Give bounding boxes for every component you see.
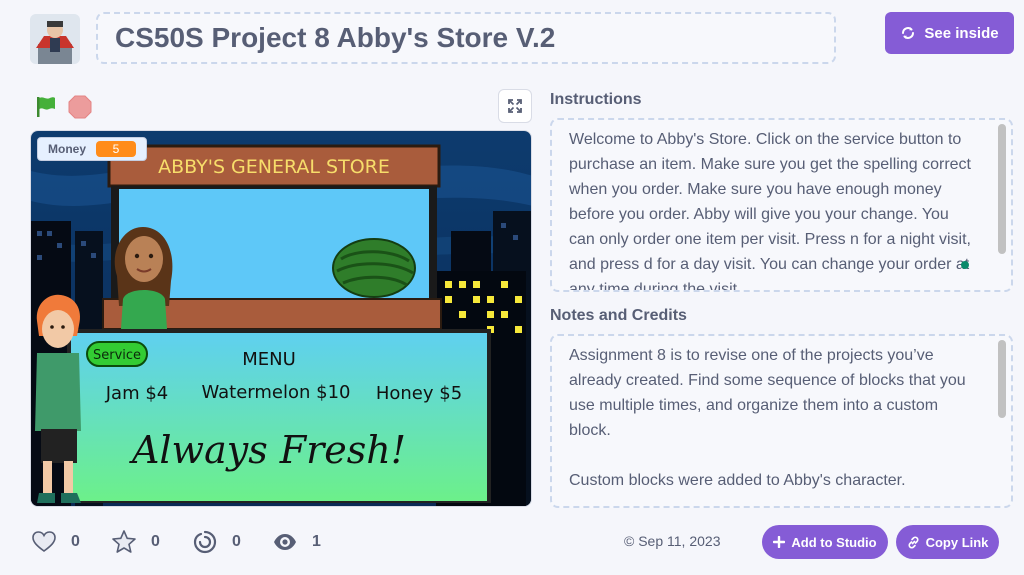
money-variable-monitor: Money 5 — [37, 137, 148, 161]
slogan-text: Always Fresh! — [129, 428, 406, 472]
menu-item-watermelon: Watermelon $10 — [201, 382, 350, 403]
love-stat[interactable]: 0 — [31, 529, 80, 555]
see-inside-label: See inside — [924, 24, 999, 42]
love-count: 0 — [71, 533, 80, 550]
fullscreen-button[interactable] — [498, 89, 532, 123]
project-title: CS50S Project 8 Abby's Store V.2 — [115, 22, 556, 53]
plus-icon — [773, 536, 786, 548]
project-title-field[interactable]: CS50S Project 8 Abby's Store V.2 — [96, 12, 836, 64]
copy-link-label: Copy Link — [925, 534, 989, 550]
menu-item-honey: Honey $5 — [376, 383, 462, 404]
see-inside-icon — [902, 27, 915, 39]
author-avatar[interactable] — [30, 14, 80, 64]
menu-item-jam: Jam $4 — [105, 383, 169, 404]
notes-paragraph-1: Assignment 8 is to revise one of the pro… — [569, 347, 966, 439]
green-flag-icon[interactable] — [34, 95, 58, 119]
copy-link-button[interactable]: Copy Link — [896, 525, 999, 559]
notes-paragraph-2: Custom blocks were added to Abby's chara… — [569, 472, 906, 489]
notes-scrollbar[interactable] — [998, 340, 1006, 418]
add-to-studio-label: Add to Studio — [791, 534, 877, 550]
remix-count: 0 — [232, 533, 241, 550]
eye-icon — [274, 534, 296, 550]
status-dot — [961, 261, 969, 269]
view-stat: 1 — [272, 529, 321, 555]
notes-heading: Notes and Credits — [550, 307, 687, 324]
copyright-icon: © — [624, 533, 635, 549]
instructions-scrollbar[interactable] — [998, 124, 1006, 254]
notes-box[interactable]: Assignment 8 is to revise one of the pro… — [550, 334, 1013, 508]
share-date: © Sep 11, 2023 — [624, 533, 720, 549]
stop-icon[interactable] — [68, 95, 92, 119]
monitor-label: Money — [48, 142, 87, 156]
heart-icon — [32, 531, 56, 552]
fullscreen-icon — [508, 99, 522, 113]
favorite-stat[interactable]: 0 — [111, 529, 160, 555]
see-inside-button[interactable]: See inside — [885, 12, 1014, 54]
star-icon — [112, 530, 136, 553]
monitor-value: 5 — [96, 141, 137, 157]
store-sign-text: ABBY'S GENERAL STORE — [158, 156, 390, 178]
instructions-heading: Instructions — [550, 91, 642, 108]
view-count: 1 — [312, 533, 321, 550]
instructions-text: Welcome to Abby's Store. Click on the se… — [569, 131, 971, 292]
remix-icon — [193, 530, 217, 554]
add-to-studio-button[interactable]: Add to Studio — [762, 525, 888, 559]
abby-sprite[interactable] — [114, 227, 173, 329]
project-stage[interactable]: ABBY'S GENERAL STORE Service MENU Jam $4… — [30, 130, 532, 507]
menu-title: MENU — [242, 349, 296, 370]
instructions-box[interactable]: Welcome to Abby's Store. Click on the se… — [550, 118, 1013, 292]
link-icon — [908, 535, 919, 549]
service-button-label[interactable]: Service — [93, 348, 141, 363]
watermelon-sprite[interactable] — [332, 238, 416, 298]
remix-stat: 0 — [192, 529, 241, 555]
favorite-count: 0 — [151, 533, 160, 550]
share-date-text: Sep 11, 2023 — [638, 533, 721, 549]
